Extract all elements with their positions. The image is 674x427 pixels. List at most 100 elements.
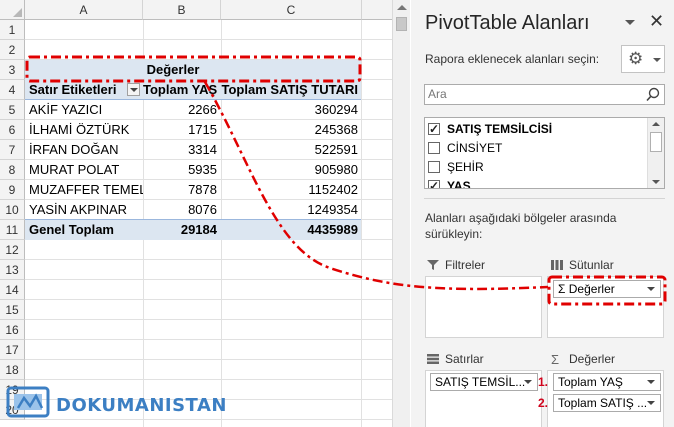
values-field-age-label: Toplam YAŞ	[558, 375, 623, 389]
table-row-age[interactable]: 8076	[143, 200, 221, 220]
column-header-b[interactable]: B	[143, 0, 221, 20]
spreadsheet-grid[interactable]: A B C 1 2 3 4 5 6 7 8 9 10 11 12 13 14 1…	[0, 0, 392, 427]
tools-button[interactable]: ⚙	[621, 45, 665, 73]
row-header-6[interactable]: 6	[0, 120, 25, 140]
table-row-name[interactable]: MURAT POLAT	[29, 160, 143, 180]
table-row-age[interactable]: 5935	[143, 160, 221, 180]
sum-age-header[interactable]: Toplam YAŞ	[143, 80, 221, 100]
chevron-down-icon[interactable]	[647, 380, 655, 384]
grand-total-sales[interactable]: 4435989	[221, 220, 362, 240]
field-checkbox[interactable]	[428, 142, 440, 154]
field-checkbox[interactable]	[428, 161, 440, 173]
columns-values-label: Σ Değerler	[558, 282, 615, 296]
table-row-age[interactable]: 2266	[143, 100, 221, 120]
scroll-up-icon[interactable]	[652, 122, 660, 126]
close-icon[interactable]: ✕	[649, 11, 664, 31]
table-row-name[interactable]: YASİN AKPINAR	[29, 200, 143, 220]
filter-icon	[427, 260, 439, 270]
row-header-14[interactable]: 14	[0, 280, 25, 300]
sigma-icon: Σ	[551, 352, 560, 367]
table-row-sales[interactable]: 522591	[221, 140, 362, 160]
scroll-up-icon[interactable]	[397, 5, 407, 10]
scroll-down-icon[interactable]	[652, 180, 660, 184]
table-row-sales[interactable]: 245368	[221, 120, 362, 140]
row-header-8[interactable]: 8	[0, 160, 25, 180]
scroll-thumb[interactable]	[396, 17, 407, 31]
field-checkbox[interactable]	[428, 120, 440, 138]
table-row-sales[interactable]: 1249354	[221, 200, 362, 220]
row-header-11[interactable]: 11	[0, 220, 25, 240]
row-header-17[interactable]: 17	[0, 340, 25, 360]
columns-area-label: Sütunlar	[569, 258, 614, 272]
row-header-15[interactable]: 15	[0, 300, 25, 320]
gear-icon: ⚙	[628, 49, 644, 68]
values-header-cell[interactable]: Değerler	[143, 60, 203, 80]
row-header-13[interactable]: 13	[0, 260, 25, 280]
choose-fields-label: Rapora eklenecek alanları seçin:	[425, 52, 600, 66]
chevron-down-icon[interactable]	[524, 380, 532, 384]
row-header-10[interactable]: 10	[0, 200, 25, 220]
row-header-18[interactable]: 18	[0, 360, 25, 380]
dokumanistan-logo: DOKUMANISTAN	[4, 382, 226, 426]
field-list-scrollbar[interactable]	[647, 118, 664, 188]
rows-area-header: Satırlar	[427, 350, 484, 368]
columns-area-header: Sütunlar	[551, 256, 614, 274]
row-header-4[interactable]: 4	[0, 80, 25, 100]
grand-total-label[interactable]: Genel Toplam	[29, 220, 143, 240]
table-row-name[interactable]: İRFAN DOĞAN	[29, 140, 143, 160]
field-list[interactable]: SATIŞ TEMSİLCİSİ CİNSİYET ŞEHİR YAŞ	[424, 117, 665, 189]
row-header-5[interactable]: 5	[0, 100, 25, 120]
search-input[interactable]: Ara	[424, 84, 665, 105]
row-header-16[interactable]: 16	[0, 320, 25, 340]
scroll-thumb[interactable]	[650, 132, 662, 152]
column-header-c[interactable]: C	[221, 0, 362, 20]
drag-fields-label-2: sürükleyin:	[425, 227, 483, 241]
row-header-2[interactable]: 2	[0, 40, 25, 60]
columns-icon	[551, 260, 563, 270]
rows-area-label: Satırlar	[445, 352, 484, 366]
row-labels-filter-button[interactable]	[127, 83, 140, 96]
chevron-down-icon[interactable]	[647, 287, 655, 291]
select-all-corner[interactable]	[0, 0, 25, 20]
values-field-age[interactable]: Toplam YAŞ	[553, 373, 661, 391]
panel-divider	[424, 198, 665, 199]
row-header-1[interactable]: 1	[0, 20, 25, 40]
chevron-down-icon	[653, 58, 661, 62]
row-labels-header[interactable]: Satır Etiketleri	[29, 80, 125, 100]
field-label: YAŞ	[447, 179, 471, 189]
field-checkbox[interactable]	[428, 177, 440, 188]
row-header-3[interactable]: 3	[0, 60, 25, 80]
chevron-down-icon[interactable]	[625, 20, 635, 25]
values-field-sales[interactable]: Toplam SATIŞ ...	[553, 394, 661, 412]
table-row-name[interactable]: AKİF YAZICI	[29, 100, 143, 120]
table-row-sales[interactable]: 1152402	[221, 180, 362, 200]
field-label: SATIŞ TEMSİLCİSİ	[447, 122, 553, 136]
search-icon	[646, 87, 660, 102]
filters-area-header: Filtreler	[427, 256, 485, 274]
chevron-down-icon[interactable]	[647, 401, 655, 405]
filters-area-label: Filtreler	[445, 258, 486, 272]
order-label-1: 1.	[538, 375, 549, 389]
table-row-sales[interactable]: 360294	[221, 100, 362, 120]
field-label: ŞEHİR	[447, 160, 484, 174]
logo-icon	[6, 386, 50, 418]
table-row-age[interactable]: 1715	[143, 120, 221, 140]
sheet-vertical-scrollbar[interactable]	[392, 0, 410, 427]
search-placeholder: Ara	[428, 87, 447, 101]
column-header-a[interactable]: A	[25, 0, 143, 20]
filters-drop-area[interactable]	[425, 276, 542, 338]
values-area-label: Değerler	[569, 352, 616, 366]
table-row-name[interactable]: İLHAMİ ÖZTÜRK	[29, 120, 143, 140]
column-header-d[interactable]	[362, 0, 392, 20]
row-header-7[interactable]: 7	[0, 140, 25, 160]
table-row-age[interactable]: 3314	[143, 140, 221, 160]
columns-values-field[interactable]: Σ Değerler	[553, 280, 661, 298]
table-row-age[interactable]: 7878	[143, 180, 221, 200]
row-header-9[interactable]: 9	[0, 180, 25, 200]
row-header-12[interactable]: 12	[0, 240, 25, 260]
table-row-name[interactable]: MUZAFFER TEMEL	[29, 180, 143, 200]
rows-field[interactable]: SATIŞ TEMSİL...	[430, 373, 538, 391]
sum-sales-header[interactable]: Toplam SATIŞ TUTARI	[221, 80, 362, 100]
table-row-sales[interactable]: 905980	[221, 160, 362, 180]
grand-total-age[interactable]: 29184	[143, 220, 221, 240]
